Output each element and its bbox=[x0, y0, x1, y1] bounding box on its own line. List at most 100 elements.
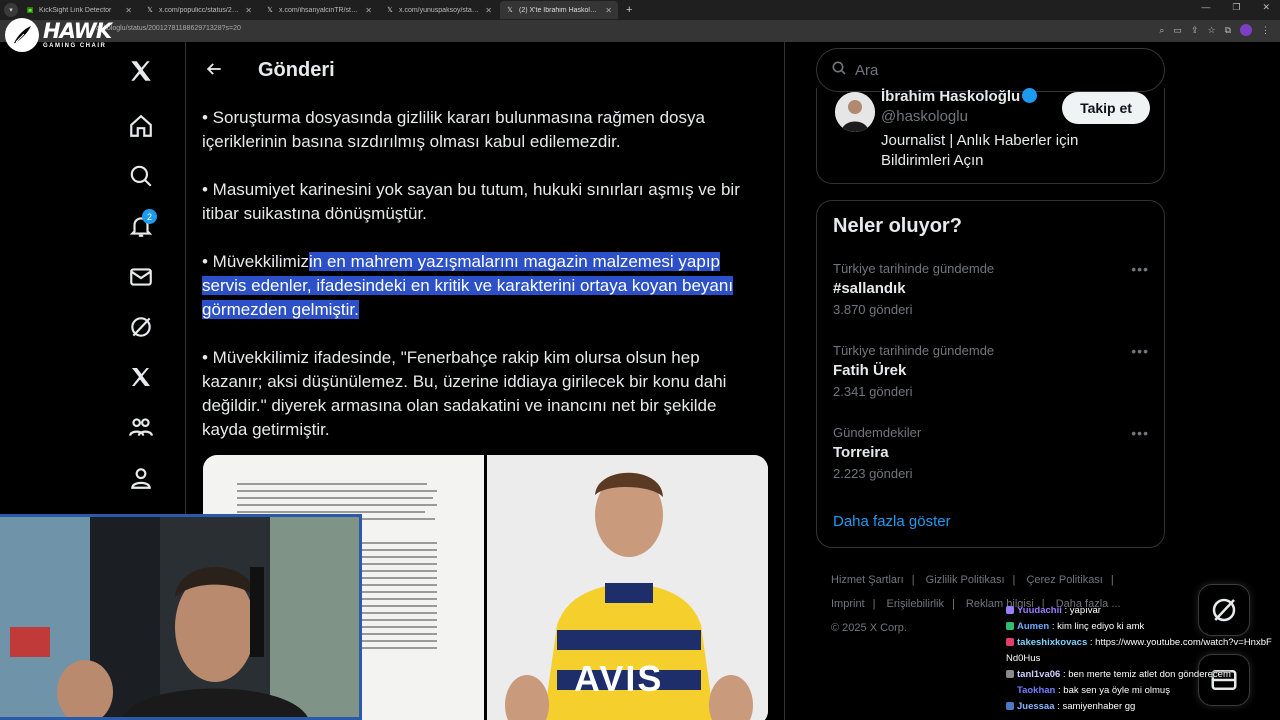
browser-menu-icon[interactable]: ⋮ bbox=[1261, 25, 1270, 36]
tab-title: KickSight Link Detector bbox=[39, 6, 112, 14]
communities-icon[interactable] bbox=[126, 412, 156, 442]
bookmark-star-icon[interactable]: ☆ bbox=[1207, 25, 1215, 36]
tab-title: (2) X'te İbrahim Haskoloğlu: "G... bbox=[519, 6, 600, 14]
restore-icon[interactable]: ❐ bbox=[1232, 2, 1240, 13]
back-arrow-icon[interactable] bbox=[204, 59, 224, 84]
minimize-icon[interactable]: — bbox=[1201, 2, 1210, 13]
browser-tab-bar: ▾ ▣ KickSight Link Detector ✕ 𝕏 x.com/po… bbox=[0, 0, 1280, 20]
footer-link[interactable]: Hizmet Şartları bbox=[831, 574, 904, 586]
new-tab-icon[interactable]: + bbox=[626, 4, 632, 16]
hawk-brand-text: HAWK bbox=[43, 19, 112, 43]
address-bar: askologlu/status/2001278118862971328?s=2… bbox=[0, 20, 1280, 42]
kick-favicon-icon: ▣ bbox=[26, 7, 34, 14]
avatar[interactable] bbox=[835, 92, 875, 132]
chat-username: takeshixkovacs bbox=[1017, 637, 1088, 648]
trend-context: Türkiye tarihinde gündemde bbox=[833, 343, 995, 358]
trend-name: #sallandık bbox=[833, 280, 906, 297]
x-favicon-icon: 𝕏 bbox=[387, 7, 393, 14]
profile-name[interactable]: İbrahim Haskoloğlu bbox=[881, 88, 1038, 104]
close-window-icon[interactable]: ✕ bbox=[1262, 2, 1270, 13]
url-field[interactable]: askologlu/status/2001278118862971328?s=2… bbox=[96, 25, 241, 32]
chat-message: tanl1va06 : ben merte temiz atlet don gö… bbox=[1006, 667, 1276, 683]
messages-envelope-icon[interactable] bbox=[126, 262, 156, 292]
chat-message: takeshixkovacs : https://www.youtube.com… bbox=[1006, 637, 1272, 664]
profile-avatar-icon[interactable] bbox=[1240, 24, 1252, 36]
chat-badge-icon bbox=[1006, 638, 1014, 646]
footer-link[interactable]: Imprint bbox=[831, 598, 865, 610]
share-icon[interactable]: ⇪ bbox=[1191, 25, 1199, 36]
chat-username: Yuudachii bbox=[1017, 605, 1062, 616]
profile-icon[interactable] bbox=[126, 463, 156, 493]
post-text: • Soruşturma dosyasında gizlilik kararı … bbox=[202, 106, 762, 466]
trends-title: Neler oluyor? bbox=[833, 215, 962, 237]
page-title: Gönderi bbox=[258, 59, 335, 81]
tab-title: x.com/yunuspaksoy/status/20... bbox=[399, 6, 480, 14]
x-favicon-icon: 𝕏 bbox=[267, 7, 273, 14]
hawk-subtitle: GAMING CHAIR bbox=[43, 43, 107, 49]
window-controls: — ❐ ✕ bbox=[1201, 2, 1270, 13]
footer-link[interactable]: Erişilebilirlik bbox=[887, 598, 944, 610]
x-logo-icon[interactable] bbox=[126, 56, 156, 86]
search-box[interactable]: Ara bbox=[816, 48, 1165, 92]
chat-username: Juessaa bbox=[1017, 701, 1055, 712]
more-options-icon[interactable]: ••• bbox=[1131, 425, 1149, 441]
trend-count: 3.870 gönderi bbox=[833, 302, 913, 317]
trend-count: 2.223 gönderi bbox=[833, 466, 913, 481]
x-favicon-icon: 𝕏 bbox=[507, 7, 513, 14]
tab-close-icon[interactable]: ✕ bbox=[365, 6, 372, 15]
profile-handle[interactable]: @haskologlu bbox=[881, 108, 968, 125]
post-paragraph: • Müvekkilimiz ifadesinde, "Fenerbahçe r… bbox=[202, 348, 727, 439]
follow-button[interactable]: Takip et bbox=[1062, 92, 1150, 124]
search-input[interactable]: Ara bbox=[855, 62, 878, 79]
search-icon bbox=[831, 60, 847, 81]
more-options-icon[interactable]: ••• bbox=[1131, 261, 1149, 277]
explore-search-icon[interactable] bbox=[126, 161, 156, 191]
home-icon[interactable] bbox=[126, 111, 156, 141]
tab-close-icon[interactable]: ✕ bbox=[245, 6, 252, 15]
show-more-link[interactable]: Daha fazla göster bbox=[833, 513, 951, 530]
hawk-sponsor-logo: HAWK GAMING CHAIR bbox=[5, 18, 112, 52]
trend-item[interactable]: Türkiye tarihinde gündemde Fatih Ürek 2.… bbox=[833, 343, 1153, 399]
browser-tab[interactable]: ▣ KickSight Link Detector ✕ bbox=[20, 1, 138, 19]
post-paragraph: • Masumiyet karinesini yok sayan bu tutu… bbox=[202, 180, 740, 223]
tab-close-icon[interactable]: ✕ bbox=[125, 6, 132, 15]
footer-link[interactable]: Gizlilik Politikası bbox=[926, 574, 1005, 586]
browser-tab[interactable]: 𝕏 x.com/ihsanyalcinTR/status/20... ✕ bbox=[260, 1, 378, 19]
browser-tab-active[interactable]: 𝕏 (2) X'te İbrahim Haskoloğlu: "G... ✕ bbox=[500, 1, 618, 19]
premium-x-icon[interactable] bbox=[126, 362, 156, 392]
hawk-feather-icon bbox=[5, 18, 39, 52]
browser-tab[interactable]: 𝕏 x.com/populicc/status/20012... ✕ bbox=[140, 1, 258, 19]
extensions-icon[interactable]: ⧉ bbox=[1225, 25, 1231, 36]
profile-name-text: İbrahim Haskoloğlu bbox=[881, 88, 1021, 104]
chat-text: kim linç ediyo ki amk bbox=[1057, 621, 1145, 632]
chat-text: samiyenhaber gg bbox=[1062, 701, 1136, 712]
streamer-webcam bbox=[0, 514, 362, 720]
tab-title: x.com/populicc/status/20012... bbox=[159, 6, 240, 14]
cast-icon[interactable]: ▭ bbox=[1173, 25, 1182, 36]
chat-username: Taokhan bbox=[1017, 685, 1056, 696]
grok-icon[interactable] bbox=[126, 312, 156, 342]
x-favicon-icon: 𝕏 bbox=[147, 7, 153, 14]
trend-item[interactable]: Türkiye tarihinde gündemde #sallandık 3.… bbox=[833, 261, 1153, 317]
chat-badge-icon bbox=[1006, 670, 1014, 678]
more-options-icon[interactable]: ••• bbox=[1131, 343, 1149, 359]
trend-name: Fatih Ürek bbox=[833, 362, 907, 379]
notifications-bell-icon[interactable]: 2 bbox=[126, 209, 157, 241]
jersey-sponsor-text: AVIS bbox=[574, 658, 664, 699]
browser-tab[interactable]: 𝕏 x.com/yunuspaksoy/status/20... ✕ bbox=[380, 1, 498, 19]
trend-name: Torreira bbox=[833, 444, 889, 461]
trend-item[interactable]: Gündemdekiler Torreira 2.223 gönderi ••• bbox=[833, 425, 1153, 481]
player-photo[interactable]: AVIS bbox=[487, 455, 768, 720]
trend-count: 2.341 gönderi bbox=[833, 384, 913, 399]
chat-message: Juessaa : samiyenhaber gg bbox=[1006, 699, 1276, 715]
right-column-divider bbox=[784, 42, 785, 720]
chat-message: Aumen : kim linç ediyo ki amk bbox=[1006, 619, 1276, 635]
tab-close-icon[interactable]: ✕ bbox=[605, 6, 612, 15]
tab-search-icon[interactable]: ▾ bbox=[4, 3, 18, 17]
post-header: Gönderi bbox=[186, 44, 784, 96]
chat-username: Aumen bbox=[1017, 621, 1050, 632]
tab-title: x.com/ihsanyalcinTR/status/20... bbox=[279, 6, 360, 14]
footer-link[interactable]: Çerez Politikası bbox=[1026, 574, 1102, 586]
tab-close-icon[interactable]: ✕ bbox=[485, 6, 492, 15]
zoom-icon[interactable]: ⌕ bbox=[1159, 25, 1164, 36]
